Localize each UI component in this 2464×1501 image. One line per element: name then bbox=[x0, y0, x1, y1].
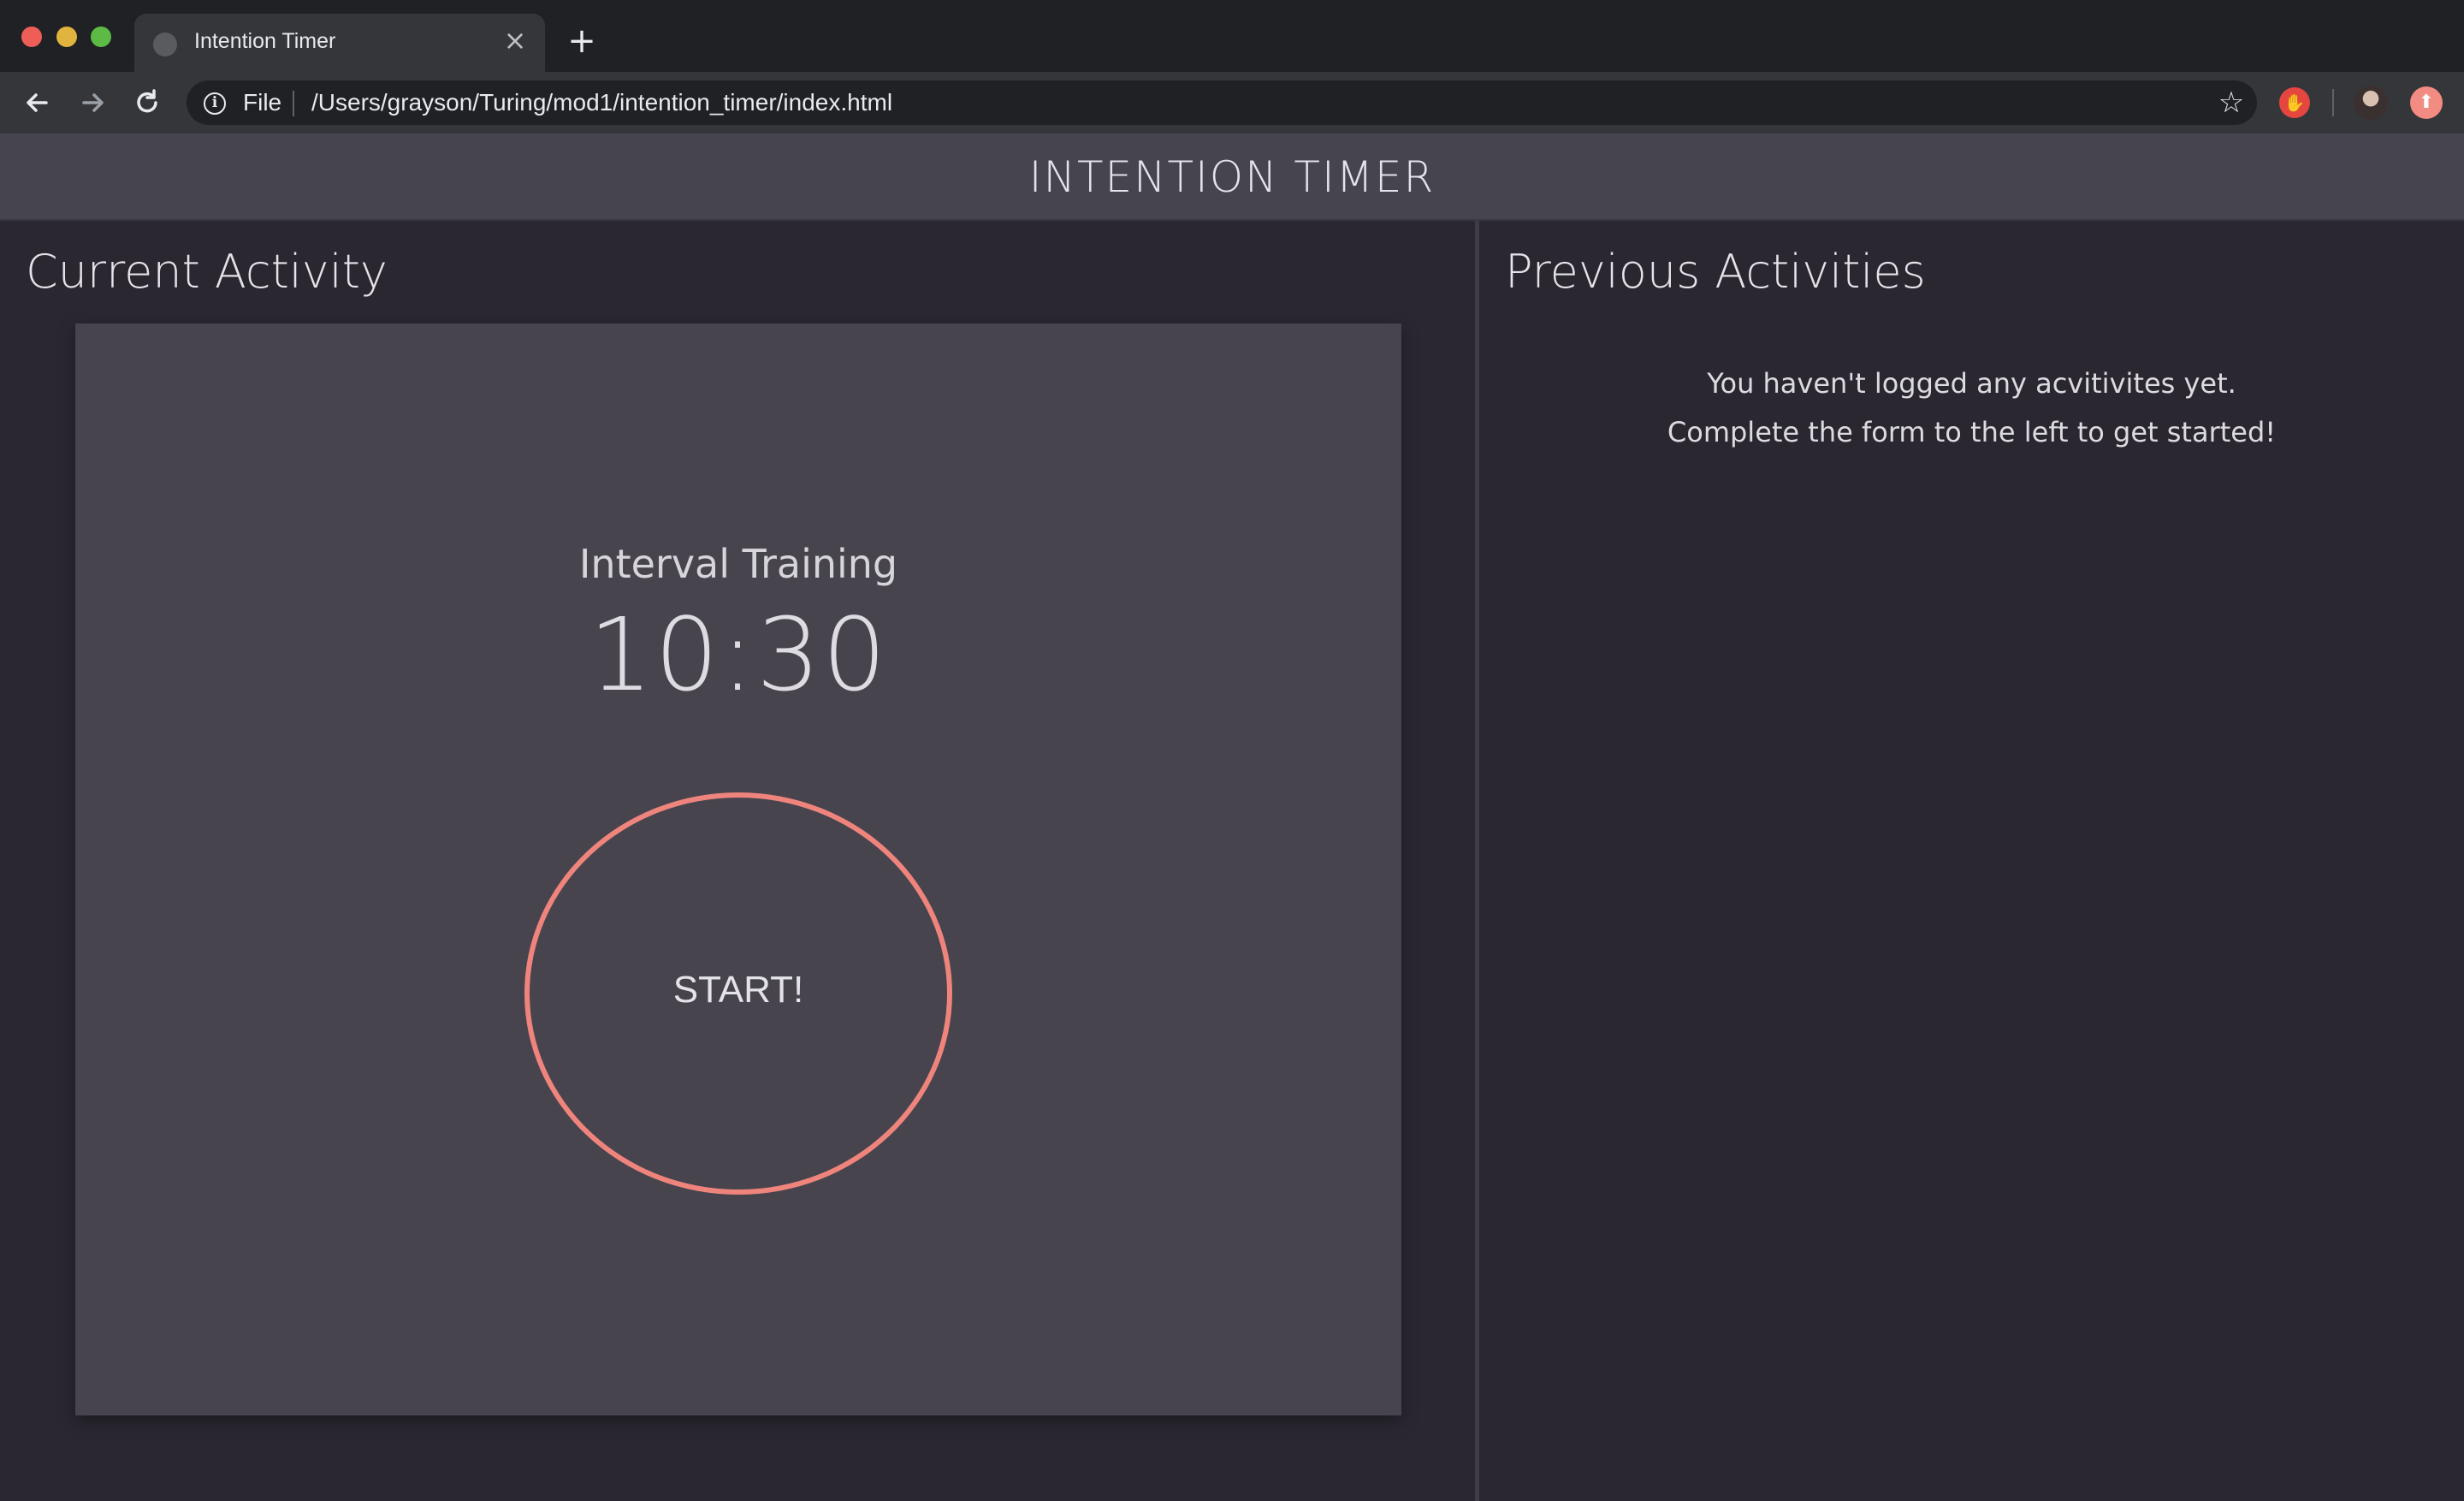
reload-icon bbox=[137, 89, 157, 113]
tab-title: Intention Timer bbox=[194, 29, 336, 53]
current-activity-section: Current Activity Interval Training 10:30… bbox=[0, 221, 1475, 1501]
previous-activities-heading: Previous Activities bbox=[1505, 245, 1926, 299]
activity-name: Interval Training bbox=[578, 541, 898, 587]
empty-state-line-1: You haven't logged any acvitivites yet. bbox=[1707, 367, 2236, 400]
empty-state-message: You haven't logged any acvitivites yet. … bbox=[1479, 359, 2464, 457]
timer-card: Interval Training 10:30 START! bbox=[75, 323, 1401, 1415]
empty-state-line-2: Complete the form to the left to get sta… bbox=[1667, 416, 2277, 448]
info-icon[interactable]: i bbox=[204, 92, 226, 115]
start-button-label: START! bbox=[672, 969, 804, 1011]
window-close-button[interactable] bbox=[21, 27, 42, 47]
back-button[interactable] bbox=[21, 86, 55, 120]
page: INTENTION TIMER Current Activity Interva… bbox=[0, 133, 2464, 1501]
toolbar-divider bbox=[2332, 89, 2334, 116]
previous-activities-section: Previous Activities You haven't logged a… bbox=[1479, 221, 2464, 1501]
browser-tab[interactable]: Intention Timer × bbox=[134, 14, 545, 72]
reload-button[interactable] bbox=[130, 86, 164, 120]
url-text[interactable]: /Users/grayson/Turing/mod1/intention_tim… bbox=[311, 89, 892, 116]
address-bar[interactable]: i File /Users/grayson/Turing/mod1/intent… bbox=[187, 80, 2257, 125]
start-button[interactable]: START! bbox=[524, 792, 952, 1195]
current-activity-heading: Current Activity bbox=[26, 245, 388, 299]
tab-close-icon[interactable]: × bbox=[500, 26, 530, 55]
browser-chrome: Intention Timer × + i File /Users/grayso… bbox=[0, 0, 2464, 133]
app-header: INTENTION TIMER bbox=[0, 133, 2464, 221]
tab-strip: Intention Timer × + bbox=[0, 0, 2464, 72]
forward-button[interactable] bbox=[75, 86, 110, 120]
arrow-right-icon bbox=[82, 93, 104, 112]
arrow-left-icon bbox=[27, 93, 48, 112]
browser-toolbar: i File /Users/grayson/Turing/mod1/intent… bbox=[0, 72, 2464, 133]
adblock-hand-icon[interactable]: ✋ bbox=[2279, 87, 2310, 118]
new-tab-button[interactable]: + bbox=[565, 24, 599, 58]
avatar[interactable] bbox=[2354, 86, 2388, 120]
address-separator bbox=[293, 91, 294, 116]
scheme-label: File bbox=[243, 89, 282, 116]
window-minimize-button[interactable] bbox=[56, 27, 77, 47]
globe-icon bbox=[153, 33, 177, 56]
window-maximize-button[interactable] bbox=[91, 27, 111, 47]
star-icon[interactable]: ☆ bbox=[2214, 86, 2248, 120]
page-title: INTENTION TIMER bbox=[1028, 152, 1436, 202]
timer-display: 10:30 bbox=[588, 596, 889, 714]
update-arrow-icon[interactable]: ⬆ bbox=[2410, 86, 2443, 119]
